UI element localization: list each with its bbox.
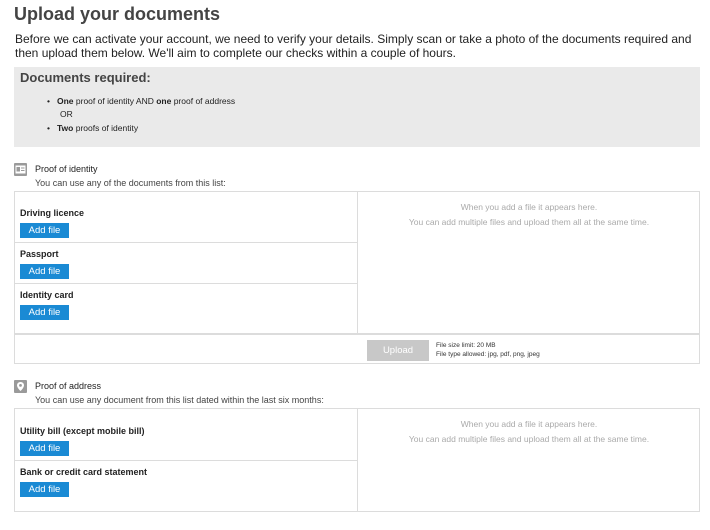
add-file-button-bank-statement[interactable]: Add file <box>20 482 69 497</box>
address-drop-area[interactable]: When you add a file it appears here. You… <box>359 417 699 447</box>
document-label: Utility bill (except mobile bill) <box>20 426 145 436</box>
document-item-identity-card: Identity card Add file <box>15 284 357 325</box>
document-label: Identity card <box>20 290 74 300</box>
id-card-icon <box>14 163 27 176</box>
document-item-bank-statement: Bank or credit card statement Add file <box>15 461 357 502</box>
document-item-passport: Passport Add file <box>15 243 357 284</box>
requirements-title: Documents required: <box>20 70 151 85</box>
add-file-button-identity-card[interactable]: Add file <box>20 305 69 320</box>
identity-drop-area[interactable]: When you add a file it appears here. You… <box>359 200 699 230</box>
file-types-allowed: File type allowed: jpg, pdf, png, jpeg <box>436 351 540 358</box>
document-item-driving-licence: Driving licence Add file <box>15 202 357 243</box>
requirement-emphasis: One <box>57 96 74 106</box>
upload-bar: Upload File size limit: 20 MB File type … <box>14 334 700 364</box>
requirement-option-2: • Two proofs of identity <box>47 123 139 133</box>
address-section-title: Proof of address <box>35 381 102 391</box>
document-label: Bank or credit card statement <box>20 467 148 477</box>
identity-section-subtitle: You can use any of the documents from th… <box>35 178 226 188</box>
location-pin-icon <box>14 380 27 393</box>
file-size-limit: File size limit: 20 MB <box>436 342 496 349</box>
document-label: Passport <box>20 249 59 259</box>
upload-documents-page: Upload your documents Before we can acti… <box>0 0 710 530</box>
document-item-utility-bill: Utility bill (except mobile bill) Add fi… <box>15 420 357 461</box>
identity-section-title: Proof of identity <box>35 164 98 174</box>
drop-hint-line: You can add multiple files and upload th… <box>408 434 650 444</box>
drop-hint-line: When you add a file it appears here. <box>460 419 598 429</box>
drop-hint-line: You can add multiple files and upload th… <box>408 217 650 227</box>
drop-hint-line: When you add a file it appears here. <box>460 202 598 212</box>
page-title: Upload your documents <box>14 4 221 24</box>
add-file-button-driving-licence[interactable]: Add file <box>20 223 69 238</box>
requirement-text: proofs of identity <box>73 123 139 133</box>
document-label: Driving licence <box>20 208 85 218</box>
requirement-emphasis: Two <box>57 123 74 133</box>
address-document-list: Utility bill (except mobile bill) Add fi… <box>15 409 358 511</box>
requirement-text: proof of identity AND <box>73 96 157 106</box>
identity-documents-panel: Driving licence Add file Passport Add fi… <box>14 191 700 334</box>
address-section-subtitle: You can use any document from this list … <box>35 395 324 405</box>
requirements-box: Documents required: • One proof of ident… <box>14 67 700 147</box>
requirement-text: proof of address <box>171 96 236 106</box>
add-file-button-utility-bill[interactable]: Add file <box>20 441 69 456</box>
address-documents-panel: Utility bill (except mobile bill) Add fi… <box>14 408 700 512</box>
requirement-or: OR <box>60 109 73 119</box>
add-file-button-passport[interactable]: Add file <box>20 264 69 279</box>
bullet-icon: • <box>47 123 50 133</box>
requirement-emphasis: one <box>156 96 172 106</box>
bullet-icon: • <box>47 96 50 106</box>
identity-document-list: Driving licence Add file Passport Add fi… <box>15 192 358 333</box>
intro-text: Before we can activate your account, we … <box>15 32 692 60</box>
upload-button[interactable]: Upload <box>367 340 429 361</box>
requirement-option-1: • One proof of identity AND one proof of… <box>47 96 236 106</box>
